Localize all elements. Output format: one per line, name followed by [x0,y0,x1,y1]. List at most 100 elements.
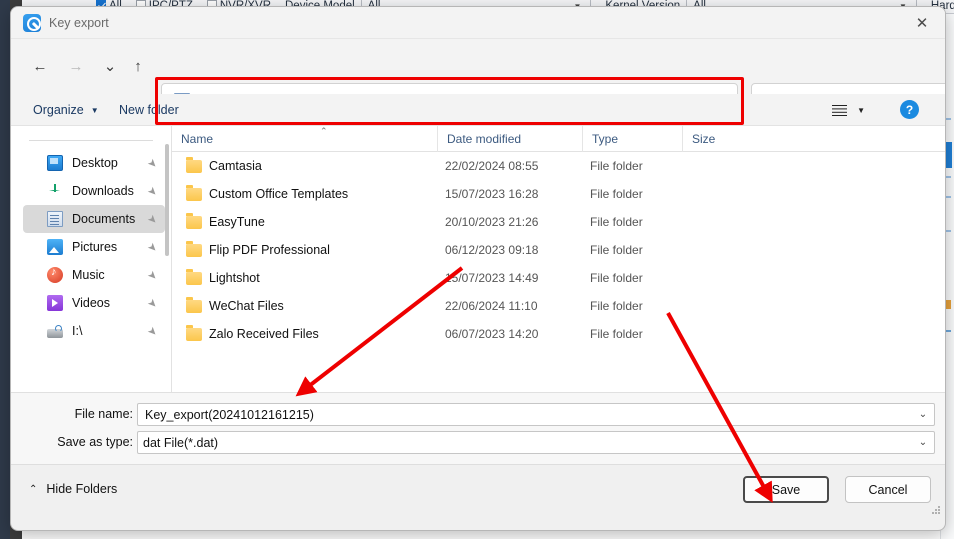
sidebar-item-label: Desktop [72,156,118,170]
type-cell: File folder [590,271,643,285]
file-name-combo[interactable]: ⌄ [137,403,935,426]
desktop-icon [47,155,63,171]
forward-button[interactable]: → [61,51,91,81]
cancel-button[interactable]: Cancel [845,476,931,503]
hide-folders-button[interactable]: ⌃ Hide Folders [29,482,117,496]
column-header-name[interactable]: Name ⌃ [172,126,437,152]
table-row[interactable]: Camtasia 22/02/2024 08:55 File folder [172,152,945,180]
sidebar-item-label: Documents [72,212,136,226]
sidebar-item-documents[interactable]: Documents ➤ [23,205,165,233]
folder-icon [186,241,202,257]
column-header-size[interactable]: Size [682,126,772,152]
table-row[interactable]: Flip PDF Professional 06/12/2023 09:18 Fil… [172,236,945,264]
type-cell: File folder [590,215,643,229]
recent-locations-button[interactable]: ⌄ [95,51,125,81]
type-cell: File folder [590,187,643,201]
pin-icon[interactable]: ➤ [145,267,161,283]
navigation-row: ← → ⌄ ↑ › Documents ⌄ ⟳ [11,39,945,125]
up-button[interactable]: ↑ [123,51,153,81]
documents-icon [47,211,63,227]
organize-label: Organize [33,103,84,117]
resize-grip[interactable] [932,506,941,515]
file-name-input[interactable] [143,406,912,423]
save-as-type-label: Save as type: [57,435,133,449]
folder-icon [186,325,202,341]
type-cell: File folder [590,327,643,341]
date-modified-cell: 22/02/2024 08:55 [445,159,539,173]
save-as-dialog: Key export ✕ ← → ⌄ ↑ › Documents ⌄ ⟳ [10,6,946,531]
sidebar-divider [29,140,153,141]
column-header-row: Name ⌃ Date modified Type Size [172,126,945,152]
pin-icon[interactable]: ➤ [145,295,161,311]
pin-icon[interactable]: ➤ [145,323,161,339]
pin-icon[interactable]: ➤ [145,211,161,227]
file-list-pane: Name ⌃ Date modified Type Size Camtasia 2… [171,126,945,392]
table-row[interactable]: Lightshot 15/07/2023 14:49 File folder [172,264,945,292]
type-cell: File folder [590,299,643,313]
date-modified-cell: 06/07/2023 14:20 [445,327,539,341]
chevron-down-icon[interactable]: ⌄ [912,437,934,448]
file-name-label: File name: [74,407,133,421]
pin-icon[interactable]: ➤ [145,239,161,255]
table-row[interactable]: Custom Office Templates 15/07/2023 16:28 F… [172,180,945,208]
sidebar-item-pictures[interactable]: Pictures ➤ [23,233,165,261]
folder-icon [186,185,202,201]
pin-icon[interactable]: ➤ [145,155,161,171]
pictures-icon [47,239,63,255]
key-export-icon [23,14,41,32]
dialog-title-bar: Key export ✕ [11,7,945,39]
type-cell: File folder [590,243,643,257]
file-name-cell: EasyTune [209,215,265,229]
sort-ascending-icon: ⌃ [320,126,328,136]
table-row[interactable]: EasyTune 20/10/2023 21:26 File folder [172,208,945,236]
navigation-pane: Desktop➤Downloads➤Documents➤Pictures➤Mus… [11,126,171,392]
chevron-down-icon: ▼ [90,105,99,115]
sidebar-item-label: Videos [72,296,110,310]
new-folder-button[interactable]: New folder [111,98,187,122]
pin-icon[interactable]: ➤ [145,183,161,199]
date-modified-cell: 06/12/2023 09:18 [445,243,539,257]
date-modified-cell: 20/10/2023 21:26 [445,215,539,229]
chevron-down-icon[interactable]: ⌄ [912,409,934,420]
screenshot-root: AllIPC/PTZNVR/XVRDevice ModelAll▼Kernel … [0,0,954,539]
sidebar-item-label: Pictures [72,240,118,254]
view-options-button[interactable]: ▼ [828,98,869,122]
folder-icon [186,157,202,173]
back-button[interactable]: ← [25,51,55,81]
background-accent-rail [0,0,10,539]
file-name-cell: Lightshot [209,271,260,285]
file-name-row: File name: ⌄ [11,403,945,426]
sidebar-item-desktop[interactable]: Desktop ➤ [23,149,165,177]
dialog-body: Desktop➤Downloads➤Documents➤Pictures➤Mus… [11,126,945,392]
drive-icon [47,325,63,338]
save-as-type-combo[interactable]: dat File(*.dat) ⌄ [137,431,935,454]
list-view-icon [832,104,848,116]
save-as-type-row: Save as type: dat File(*.dat) ⌄ [11,431,945,454]
sidebar-item-i[interactable]: I:\ ➤ [23,317,165,345]
file-rows: Camtasia 22/02/2024 08:55 File folder Custo… [172,152,945,348]
organize-button[interactable]: Organize ▼ [25,98,107,122]
sidebar-item-videos[interactable]: Videos ➤ [23,289,165,317]
sidebar-item-music[interactable]: Music ➤ [23,261,165,289]
table-row[interactable]: WeChat Files 22/06/2024 11:10 File folder [172,292,945,320]
dialog-title: Key export [49,16,109,30]
help-icon[interactable]: ? [900,100,919,119]
file-name-cell: Zalo Received Files [209,327,319,341]
folder-icon [186,213,202,229]
type-cell: File folder [590,159,643,173]
sidebar-item-label: I:\ [72,324,83,338]
save-button[interactable]: Save [743,476,829,503]
dialog-footer: ⌃ Hide Folders Save Cancel [11,464,945,518]
hide-folders-label: Hide Folders [46,482,118,496]
file-name-cell: Custom Office Templates [209,187,349,201]
sidebar-scrollbar[interactable] [165,144,169,256]
close-icon[interactable]: ✕ [899,7,945,39]
videos-icon [47,295,63,311]
date-modified-cell: 15/07/2023 14:49 [445,271,539,285]
column-header-type[interactable]: Type [582,126,682,152]
file-name-cell: WeChat Files [209,299,284,313]
sidebar-item-downloads[interactable]: Downloads ➤ [23,177,165,205]
table-row[interactable]: Zalo Received Files 06/07/2023 14:20 File … [172,320,945,348]
column-header-date-modified[interactable]: Date modified [437,126,582,152]
music-icon [47,266,63,283]
